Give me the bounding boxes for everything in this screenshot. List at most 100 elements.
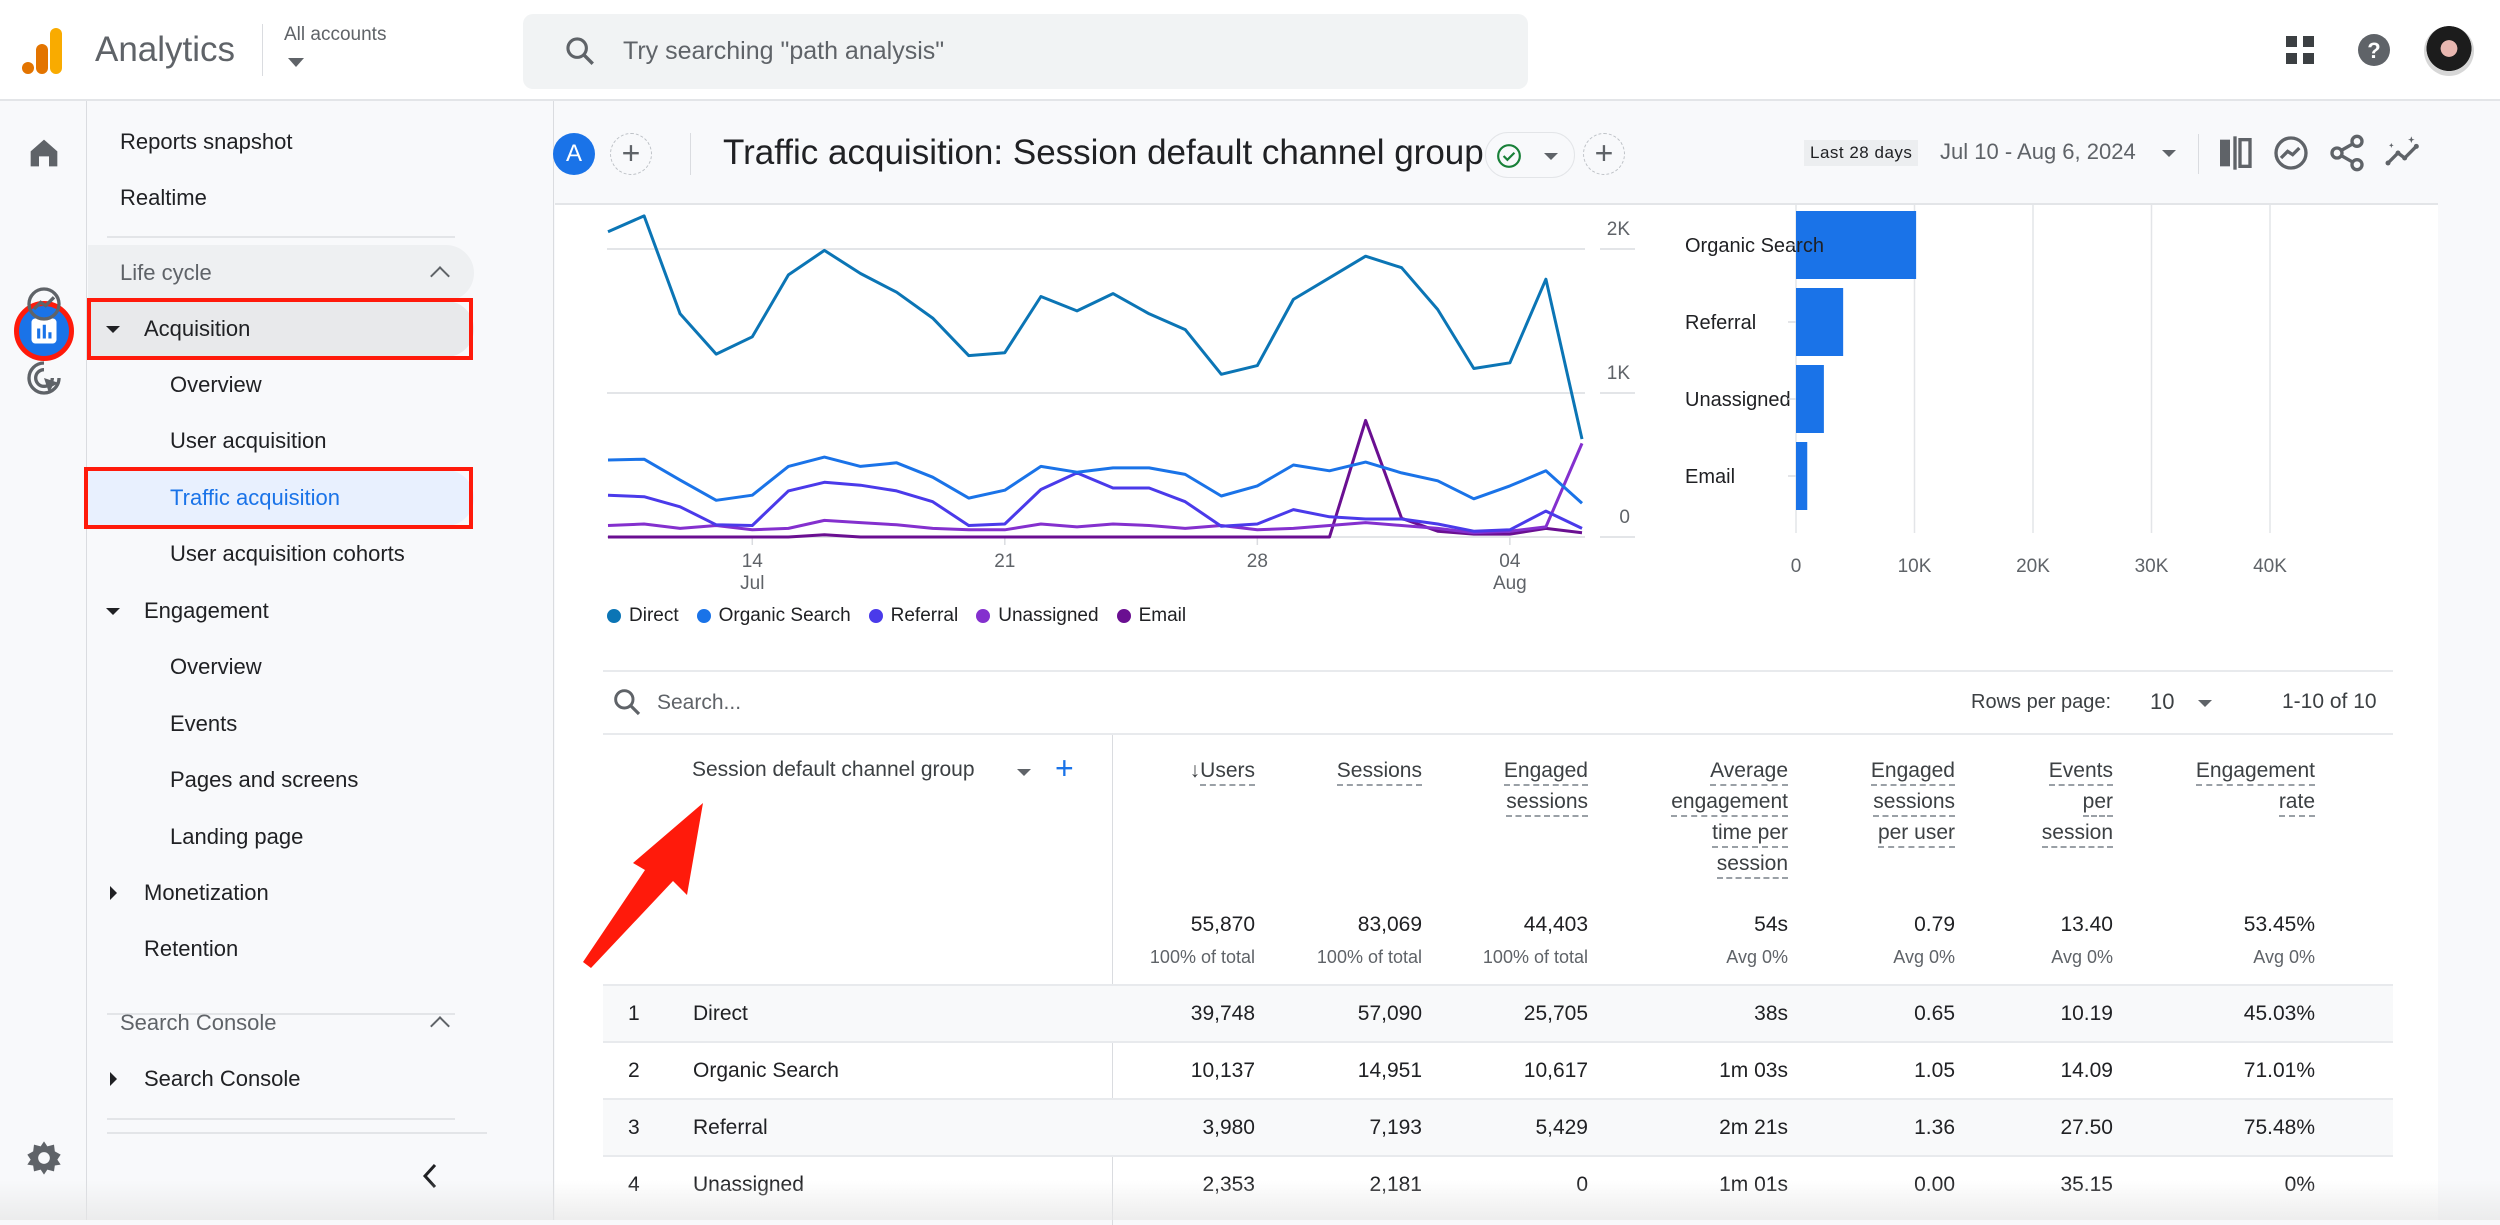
report-status-dropdown[interactable] <box>1485 132 1575 178</box>
nav-acquisition-overview[interactable]: Overview <box>88 357 472 413</box>
x-tick-label: 28 <box>1247 551 1268 572</box>
metric-header[interactable]: Engagement rate <box>2115 755 2315 817</box>
insights-chart-icon[interactable] <box>2271 133 2311 173</box>
account-avatar[interactable] <box>2424 26 2474 76</box>
metric-total-subtext: Avg 0% <box>2051 947 2113 967</box>
legend-dot-icon <box>607 609 621 623</box>
add-comparison-button[interactable]: + <box>610 133 652 175</box>
metric-header-text: per <box>2082 789 2113 817</box>
table-search-input[interactable] <box>657 683 1157 723</box>
category-label: Referral <box>1685 312 1756 334</box>
global-search[interactable] <box>523 14 1528 89</box>
row-metric-value: 45.03% <box>2243 1002 2315 1025</box>
x-tick-label: 40K <box>2253 556 2287 577</box>
annotation-highlight-box <box>84 467 473 529</box>
row-dimension-value[interactable]: Direct <box>693 1002 748 1026</box>
legend-label: Referral <box>890 605 959 626</box>
help-icon[interactable]: ? <box>2356 32 2392 68</box>
metric-header[interactable]: Engaged sessions <box>1388 755 1588 817</box>
bar-referral <box>1796 288 1844 356</box>
home-icon[interactable] <box>24 133 64 173</box>
nav-realtime[interactable]: Realtime <box>88 170 472 226</box>
gear-icon[interactable] <box>24 1138 64 1178</box>
dimension-dropdown-icon[interactable] <box>1017 769 1031 776</box>
table-row[interactable]: 2 Organic Search 10,137 14,951 10,617 1m 03s 1… <box>603 1041 2393 1098</box>
divider <box>107 1118 455 1120</box>
category-label: Organic Search <box>1685 235 1824 257</box>
legend-dot-icon <box>868 609 883 623</box>
comparison-avatar[interactable]: A <box>553 133 595 175</box>
chevron-up-icon <box>430 1016 450 1036</box>
analytics-logo-icon[interactable] <box>22 26 66 76</box>
legend-item[interactable]: Organic Search <box>696 605 851 627</box>
metric-total: 0.79 <box>1914 913 1955 936</box>
row-metric-value: 27.50 <box>2060 1116 2113 1139</box>
nav-pages-and-screens[interactable]: Pages and screens <box>88 752 472 808</box>
series-line-email <box>608 418 1583 539</box>
app-title: Analytics <box>95 30 236 69</box>
metric-header-text: session <box>1716 851 1788 879</box>
category-label: Email <box>1685 466 1735 488</box>
row-metric-value: 38s <box>1754 1002 1788 1025</box>
x-tick-label: 04 <box>1499 551 1521 572</box>
row-metric-value: 14.09 <box>2060 1059 2113 1082</box>
nav-landing-page[interactable]: Landing page <box>88 809 472 865</box>
nav-user-acquisition[interactable]: User acquisition <box>88 413 472 469</box>
nav-user-acquisition-cohorts[interactable]: User acquisition cohorts <box>88 526 472 582</box>
metric-header-text: Events <box>2048 758 2113 786</box>
legend-item[interactable]: Referral <box>868 605 959 627</box>
x-tick-label: 21 <box>994 551 1015 572</box>
account-dropdown-icon[interactable] <box>288 58 304 67</box>
row-dimension-value[interactable]: Organic Search <box>693 1059 839 1083</box>
insights-sparkle-icon[interactable] <box>2383 133 2423 173</box>
chevron-up-icon <box>430 266 450 286</box>
nav-monetization[interactable]: Monetization <box>88 865 472 921</box>
nav-search-console[interactable]: Search Console <box>88 1051 472 1107</box>
table-row[interactable]: 1 Direct 39,748 57,090 25,705 38s 0.65 10.19 45.… <box>603 984 2393 1041</box>
legend-item[interactable]: Email <box>1116 605 1186 627</box>
row-metric-value: 25,705 <box>1523 1002 1588 1025</box>
nav-section-life-cycle[interactable]: Life cycle <box>88 245 474 301</box>
nav-engagement-overview[interactable]: Overview <box>88 639 472 695</box>
account-selector-label[interactable]: All accounts <box>284 24 386 46</box>
date-range-chip: Last 28 days <box>1804 140 1919 166</box>
share-icon[interactable] <box>2327 133 2367 173</box>
x-tick-label: 14 <box>742 551 764 572</box>
rows-per-page-select[interactable]: 10 <box>2150 689 2174 715</box>
table-row[interactable]: 3 Referral 3,980 7,193 5,429 2m 21s 1.36 27.50 7… <box>603 1098 2393 1155</box>
apps-grid-icon[interactable] <box>2282 32 2318 68</box>
caret-down-icon <box>106 608 120 615</box>
annotation-highlight-box <box>87 298 473 360</box>
dimension-header[interactable]: Session default channel group <box>692 758 975 782</box>
compare-icon[interactable] <box>2215 133 2255 173</box>
advertising-icon[interactable] <box>24 358 64 398</box>
nav-events[interactable]: Events <box>88 696 472 752</box>
nav-label: Events <box>170 711 238 736</box>
add-report-button[interactable]: + <box>1583 133 1625 175</box>
metric-total-subtext: 100% of total <box>1482 947 1588 967</box>
nav-section-search-console[interactable]: Search Console <box>88 995 472 1051</box>
nav-engagement[interactable]: Engagement <box>88 583 472 639</box>
metric-total: 55,870 <box>1190 913 1255 936</box>
nav-reports-snapshot[interactable]: Reports snapshot <box>88 114 472 170</box>
collapse-nav-icon[interactable] <box>418 1161 442 1191</box>
date-range-picker[interactable]: Jul 10 - Aug 6, 2024 <box>1940 139 2136 165</box>
metric-total-subtext: Avg 0% <box>1893 947 1955 967</box>
date-range-dropdown-icon[interactable] <box>2162 150 2176 157</box>
legend-item[interactable]: Unassigned <box>976 605 1099 627</box>
row-index: 4 <box>628 1173 640 1196</box>
row-metric-value: 1.05 <box>1914 1059 1955 1082</box>
row-dimension-value[interactable]: Referral <box>693 1116 768 1140</box>
row-metric-value: 3,980 <box>1202 1116 1255 1139</box>
explore-icon[interactable] <box>24 284 64 324</box>
legend-item[interactable]: Direct <box>607 605 679 627</box>
nav-retention[interactable]: Retention <box>88 921 472 977</box>
metric-header[interactable]: Events per session <box>1913 755 2113 848</box>
row-dimension-value[interactable]: Unassigned <box>693 1173 804 1197</box>
row-index: 3 <box>628 1116 640 1139</box>
table-row[interactable]: 4 Unassigned 2,353 2,181 0 1m 01s 0.00 35.15 0% <box>603 1155 2393 1212</box>
rows-per-page-dropdown-icon[interactable] <box>2198 700 2212 707</box>
global-search-input[interactable] <box>623 14 1503 89</box>
caret-right-icon <box>110 1072 117 1086</box>
metric-total-subtext: Avg 0% <box>1726 947 1788 967</box>
